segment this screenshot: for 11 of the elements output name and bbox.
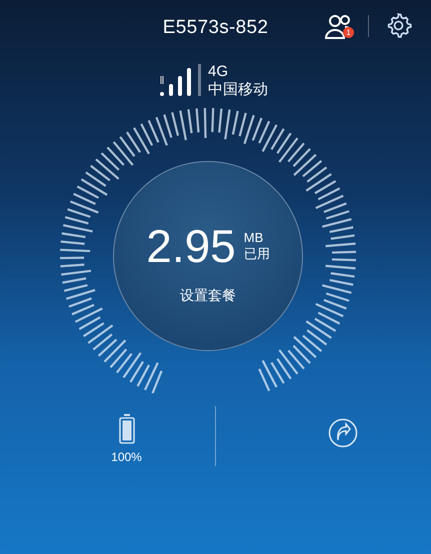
usage-caption: 已用 — [244, 246, 270, 262]
set-plan-link[interactable]: 设置套餐 — [180, 284, 236, 306]
notification-badge: 1 — [343, 27, 354, 38]
device-title: E5573s-852 — [162, 16, 268, 40]
battery-icon — [118, 414, 134, 444]
settings-icon[interactable] — [385, 12, 412, 39]
battery-percentage: 100% — [111, 449, 142, 466]
usage-unit: MB — [244, 230, 264, 246]
usage-amount: 2.95 — [146, 222, 236, 268]
network-type: 4G — [208, 63, 230, 81]
carrier-name: 中国移动 — [208, 81, 268, 99]
